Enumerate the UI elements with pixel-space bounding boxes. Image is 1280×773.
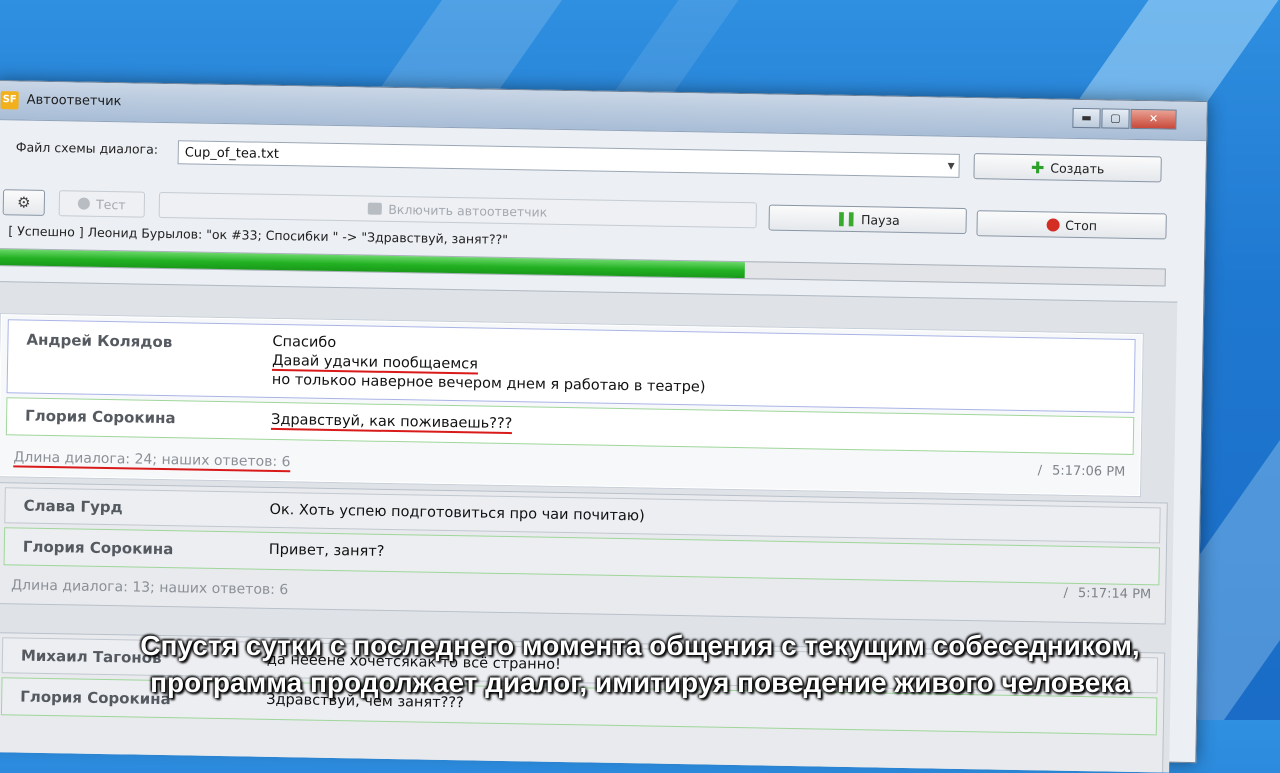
message-row: Андрей Колядов Спасибо Давай удачки пооб… xyxy=(6,319,1136,413)
dialog-time: / 5:17:14 PM xyxy=(1063,586,1151,603)
dialog-time: / 5:17:06 PM xyxy=(1038,463,1126,480)
title-bar[interactable]: SF Автоответчик ▬ ▢ ✕ xyxy=(0,81,1207,142)
chevron-down-icon[interactable]: ▼ xyxy=(948,155,955,179)
test-button-label: Тест xyxy=(95,196,126,212)
dot-icon xyxy=(78,197,91,210)
status-text: [ Успешно ] Леонид Бурылов: "ок #33; Спо… xyxy=(8,223,509,247)
file-select-value: Cup_of_tea.txt xyxy=(184,145,280,162)
stop-button[interactable]: Стоп xyxy=(976,210,1167,240)
sender-name: Глория Сорокина xyxy=(24,406,176,428)
dialog-card[interactable]: Андрей Колядов Спасибо Давай удачки пооб… xyxy=(0,314,1143,497)
file-select[interactable]: Cup_of_tea.txt ▼ xyxy=(177,140,960,179)
subtitle-line: Спустя сутки с последнего момента общени… xyxy=(140,630,1140,661)
pause-button-label: Пауза xyxy=(860,211,900,228)
stop-icon xyxy=(1046,217,1060,232)
dialog-stats: Длина диалога: 24; наших ответов: 6 xyxy=(13,449,291,473)
sender-name: Андрей Колядов xyxy=(26,330,173,352)
dialog-stats: Длина диалога: 13; наших ответов: 6 xyxy=(11,577,289,599)
time-value: 5:17:06 PM xyxy=(1051,463,1126,480)
plus-icon: ✚ xyxy=(1030,157,1045,177)
file-label: Файл схемы диалога: xyxy=(15,139,159,157)
test-button[interactable]: Тест xyxy=(58,190,146,218)
enable-button-label: Включить автоответчик xyxy=(388,201,548,220)
time-separator: / xyxy=(1037,463,1043,479)
message-text: Здравствуй, как поживаешь??? xyxy=(270,411,513,435)
message-text: Ок. Хоть успею подготовиться про чаи поч… xyxy=(269,501,645,525)
subtitle-line: программа продолжает диалог, имитируя по… xyxy=(150,667,1130,698)
progress-bar xyxy=(0,248,1166,287)
time-separator: / xyxy=(1063,585,1069,601)
background-streak xyxy=(1071,0,1279,110)
chat-icon xyxy=(368,202,383,215)
create-button[interactable]: ✚ Создать xyxy=(973,153,1162,183)
gear-icon: ⚙ xyxy=(16,193,31,212)
sender-name: Слава Гурд xyxy=(23,496,123,517)
sender-name: Глория Сорокина xyxy=(22,537,174,559)
window-title: Автоответчик xyxy=(26,92,122,110)
close-button[interactable]: ✕ xyxy=(1130,108,1177,130)
time-value: 5:17:14 PM xyxy=(1077,585,1152,603)
app-icon: SF xyxy=(0,91,19,110)
create-button-label: Создать xyxy=(1050,159,1105,176)
maximize-button[interactable]: ▢ xyxy=(1101,108,1130,129)
message-line: Здравствуй, как поживаешь??? xyxy=(270,411,513,435)
settings-button[interactable]: ⚙ xyxy=(2,189,46,216)
minimize-button[interactable]: ▬ xyxy=(1072,107,1101,129)
pause-icon: ❚❚ xyxy=(835,210,856,228)
stop-button-label: Стоп xyxy=(1065,217,1098,233)
progress-fill xyxy=(0,249,746,279)
pause-button[interactable]: ❚❚ Пауза xyxy=(768,204,967,234)
enable-autoresponder-button[interactable]: Включить автоответчик xyxy=(158,191,757,229)
message-text: Привет, занят? xyxy=(268,541,385,560)
message-text: Спасибо Давай удачки пообщаемся но тольк… xyxy=(272,333,707,398)
window-controls: ▬ ▢ ✕ xyxy=(1071,107,1177,130)
dialog-card[interactable]: Слава Гурд Ок. Хоть успею подготовиться … xyxy=(0,482,1168,625)
